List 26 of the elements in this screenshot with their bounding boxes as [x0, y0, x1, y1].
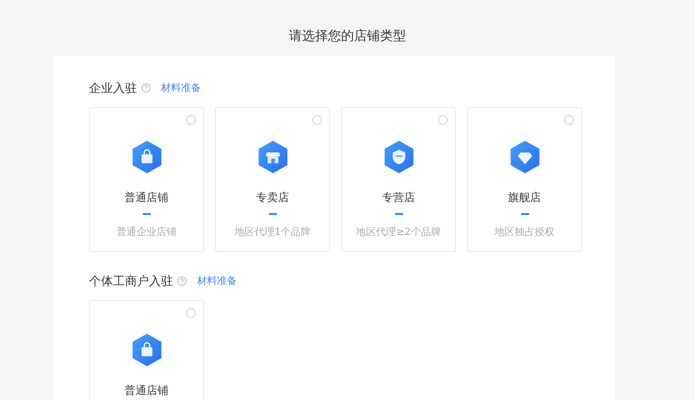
card-title: 专卖店	[256, 191, 289, 205]
section-title: 企业入驻	[89, 80, 137, 96]
help-icon[interactable]	[141, 83, 151, 93]
radio-button[interactable]	[438, 115, 448, 125]
help-icon[interactable]	[177, 276, 187, 286]
radio-button[interactable]	[186, 308, 196, 318]
section-title: 个体工商户入驻	[89, 272, 173, 290]
radio-button[interactable]	[312, 115, 322, 125]
store-type-card[interactable]: 旗舰店 地区独占授权	[467, 107, 582, 252]
card-description: 普通企业店铺	[116, 226, 176, 239]
card-title: 旗舰店	[508, 191, 541, 205]
store-type-card[interactable]: 专营店 地区代理≥2个品牌	[341, 107, 456, 252]
radio-button[interactable]	[186, 115, 196, 125]
page-title: 请选择您的店铺类型	[288, 28, 407, 46]
card-description: 地区代理1个品牌	[234, 226, 311, 239]
store-type-card[interactable]: 普通店铺	[89, 300, 204, 400]
card-title: 专营店	[382, 191, 415, 205]
materials-link[interactable]: 材料准备	[197, 274, 237, 288]
materials-link[interactable]: 材料准备	[161, 81, 201, 95]
card-title: 普通店铺	[124, 384, 168, 398]
card-title: 普通店铺	[124, 191, 168, 205]
card-description: 地区独占授权	[494, 226, 554, 239]
store-type-card[interactable]: 专卖店 地区代理1个品牌	[215, 107, 330, 252]
store-type-card[interactable]: 普通店铺 普通企业店铺	[89, 107, 204, 252]
card-description: 地区代理≥2个品牌	[356, 226, 441, 239]
radio-button[interactable]	[564, 115, 574, 125]
